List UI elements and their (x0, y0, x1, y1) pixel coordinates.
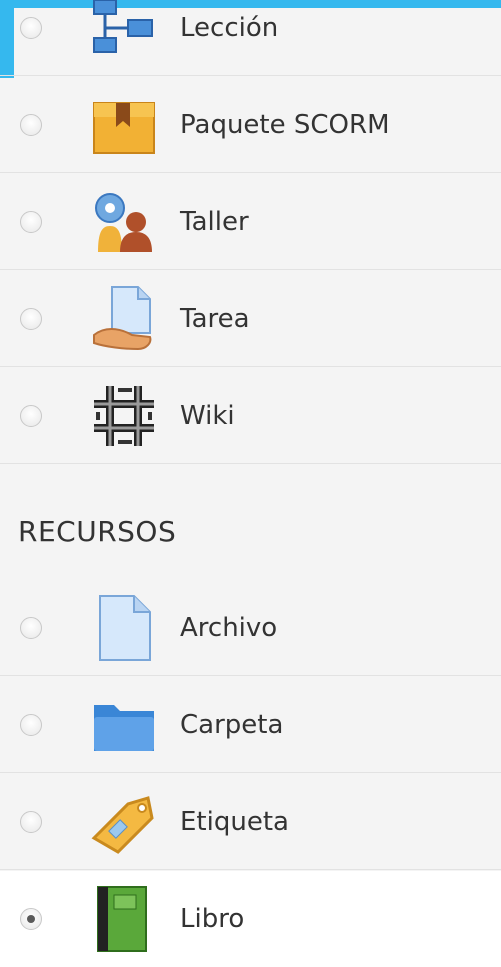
option-label: Archivo (180, 612, 278, 643)
wiki-icon (88, 380, 160, 452)
activity-chooser-list: Lección Paquete SCORM Taller Tarea Wiki … (0, 0, 501, 967)
radio-button[interactable] (20, 713, 42, 736)
option-label: Wiki (180, 400, 235, 431)
workshop-icon (88, 186, 160, 258)
scorm-package-icon (88, 89, 160, 161)
option-row-leccion[interactable]: Lección (0, 0, 501, 76)
option-row-etiqueta[interactable]: Etiqueta (0, 774, 501, 870)
option-label: Carpeta (180, 709, 284, 740)
file-icon (88, 592, 160, 664)
folder-icon (88, 689, 160, 761)
option-row-taller[interactable]: Taller (0, 174, 501, 270)
radio-button-checked[interactable] (20, 908, 42, 930)
radio-button[interactable] (20, 616, 42, 639)
section-heading-recursos: RECURSOS (18, 515, 177, 548)
radio-button[interactable] (20, 810, 42, 833)
radio-button[interactable] (20, 210, 42, 233)
option-label: Paquete SCORM (180, 109, 390, 140)
option-row-archivo[interactable]: Archivo (0, 580, 501, 676)
radio-button[interactable] (20, 307, 42, 330)
option-label: Tarea (180, 303, 250, 334)
option-row-tarea[interactable]: Tarea (0, 271, 501, 367)
option-label: Etiqueta (180, 806, 289, 837)
option-row-wiki[interactable]: Wiki (0, 368, 501, 464)
label-tag-icon (88, 786, 160, 858)
option-row-libro[interactable]: Libro (0, 871, 501, 967)
option-label: Lección (180, 12, 279, 43)
option-label: Libro (180, 904, 245, 934)
assignment-icon (88, 283, 160, 355)
radio-button[interactable] (20, 113, 42, 136)
option-row-paquete-scorm[interactable]: Paquete SCORM (0, 77, 501, 173)
book-icon (88, 883, 160, 955)
radio-button[interactable] (20, 404, 42, 427)
option-label: Taller (180, 206, 249, 237)
lesson-icon (88, 0, 160, 64)
option-row-carpeta[interactable]: Carpeta (0, 677, 501, 773)
radio-button[interactable] (20, 16, 42, 39)
